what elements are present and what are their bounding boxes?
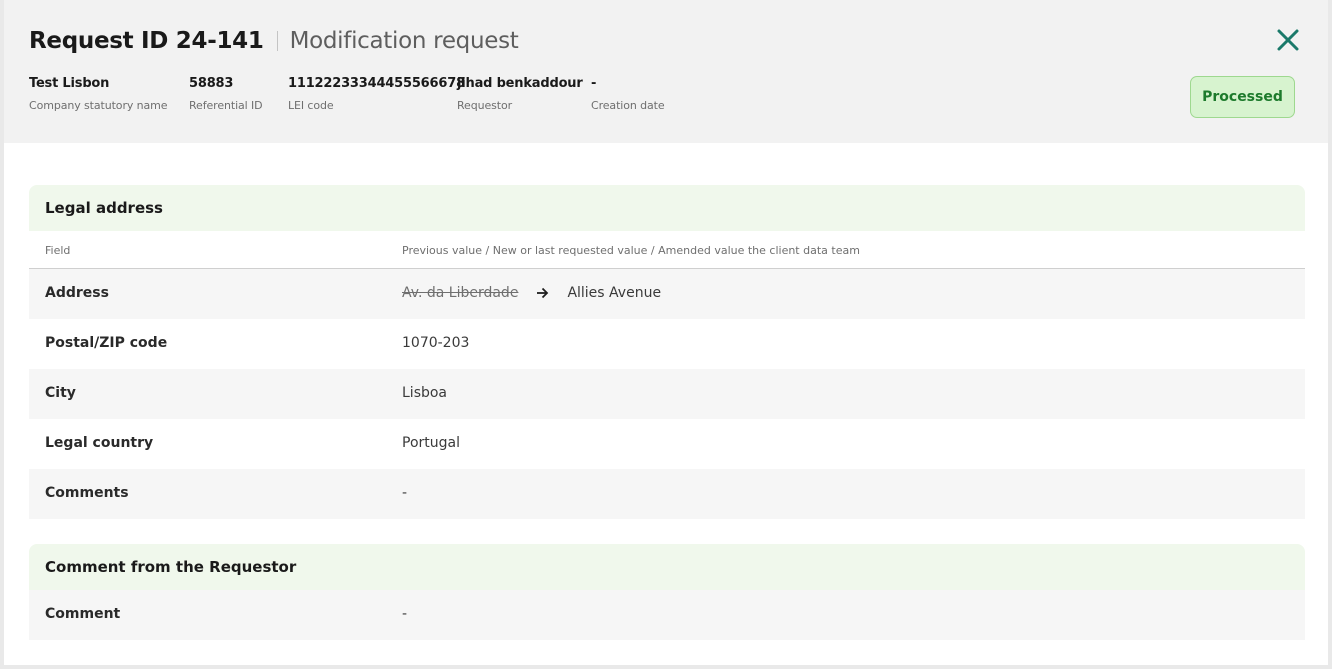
meta-creation-date: - Creation date bbox=[591, 76, 665, 112]
meta-company-name: Test Lisbon Company statutory name bbox=[29, 76, 168, 112]
new-value: Allies Avenue bbox=[567, 285, 662, 301]
title-divider bbox=[276, 31, 278, 51]
meta-value: Test Lisbon bbox=[29, 76, 110, 91]
field-value: Av. da Liberdade Allies Avenue bbox=[402, 285, 661, 301]
column-header-values: Previous value / New or last requested v… bbox=[402, 244, 860, 257]
meta-value: jihad benkaddour bbox=[457, 76, 583, 91]
field-value: 1070-203 bbox=[402, 335, 470, 351]
field-value: - bbox=[402, 606, 408, 622]
previous-value: Av. da Liberdade bbox=[402, 285, 519, 301]
arrow-right-icon bbox=[537, 287, 549, 299]
requestor-comment-section-title: Comment from the Requestor bbox=[29, 544, 1305, 590]
field-value: Portugal bbox=[402, 435, 460, 451]
table-row-postal-code: Postal/ZIP code 1070-203 bbox=[29, 319, 1305, 369]
table-row-address: Address Av. da Liberdade Allies Avenue bbox=[29, 269, 1305, 319]
meta-value: 11122233344455566678 bbox=[288, 76, 465, 91]
meta-requestor: jihad benkaddour Requestor bbox=[457, 76, 583, 112]
meta-label: Requestor bbox=[457, 99, 513, 112]
legal-address-column-headers: Field Previous value / New or last reque… bbox=[29, 231, 1305, 269]
meta-label: Referential ID bbox=[189, 99, 263, 112]
field-label: Postal/ZIP code bbox=[45, 335, 168, 351]
close-icon bbox=[1277, 29, 1299, 51]
meta-value: - bbox=[591, 76, 597, 91]
field-value: Lisboa bbox=[402, 385, 448, 401]
page-title: Request ID 24-141 Modification request bbox=[29, 26, 519, 56]
field-label: Legal country bbox=[45, 435, 154, 451]
meta-label: LEI code bbox=[288, 99, 334, 112]
column-header-field: Field bbox=[45, 244, 71, 257]
meta-referential-id: 58883 Referential ID bbox=[189, 76, 263, 112]
legal-address-section-title: Legal address bbox=[29, 185, 1305, 231]
meta-label: Company statutory name bbox=[29, 99, 168, 112]
field-label: Comments bbox=[45, 485, 129, 501]
table-row-comment: Comment - bbox=[29, 590, 1305, 640]
field-label: Comment bbox=[45, 606, 121, 622]
table-row-city: City Lisboa bbox=[29, 369, 1305, 419]
field-value: - bbox=[402, 485, 408, 501]
table-row-comments: Comments - bbox=[29, 469, 1305, 519]
modification-request-panel: Request ID 24-141 Modification request T… bbox=[4, 0, 1328, 665]
request-header: Request ID 24-141 Modification request T… bbox=[4, 0, 1328, 143]
request-type-title: Modification request bbox=[289, 28, 519, 54]
meta-lei-code: 11122233344455566678 LEI code bbox=[288, 76, 465, 112]
field-label: City bbox=[45, 385, 76, 401]
close-button[interactable] bbox=[1274, 26, 1302, 54]
field-label: Address bbox=[45, 285, 109, 301]
table-row-legal-country: Legal country Portugal bbox=[29, 419, 1305, 469]
request-id-title: Request ID 24-141 bbox=[29, 28, 264, 54]
status-badge: Processed bbox=[1190, 76, 1295, 118]
meta-value: 58883 bbox=[189, 76, 234, 91]
meta-label: Creation date bbox=[591, 99, 665, 112]
